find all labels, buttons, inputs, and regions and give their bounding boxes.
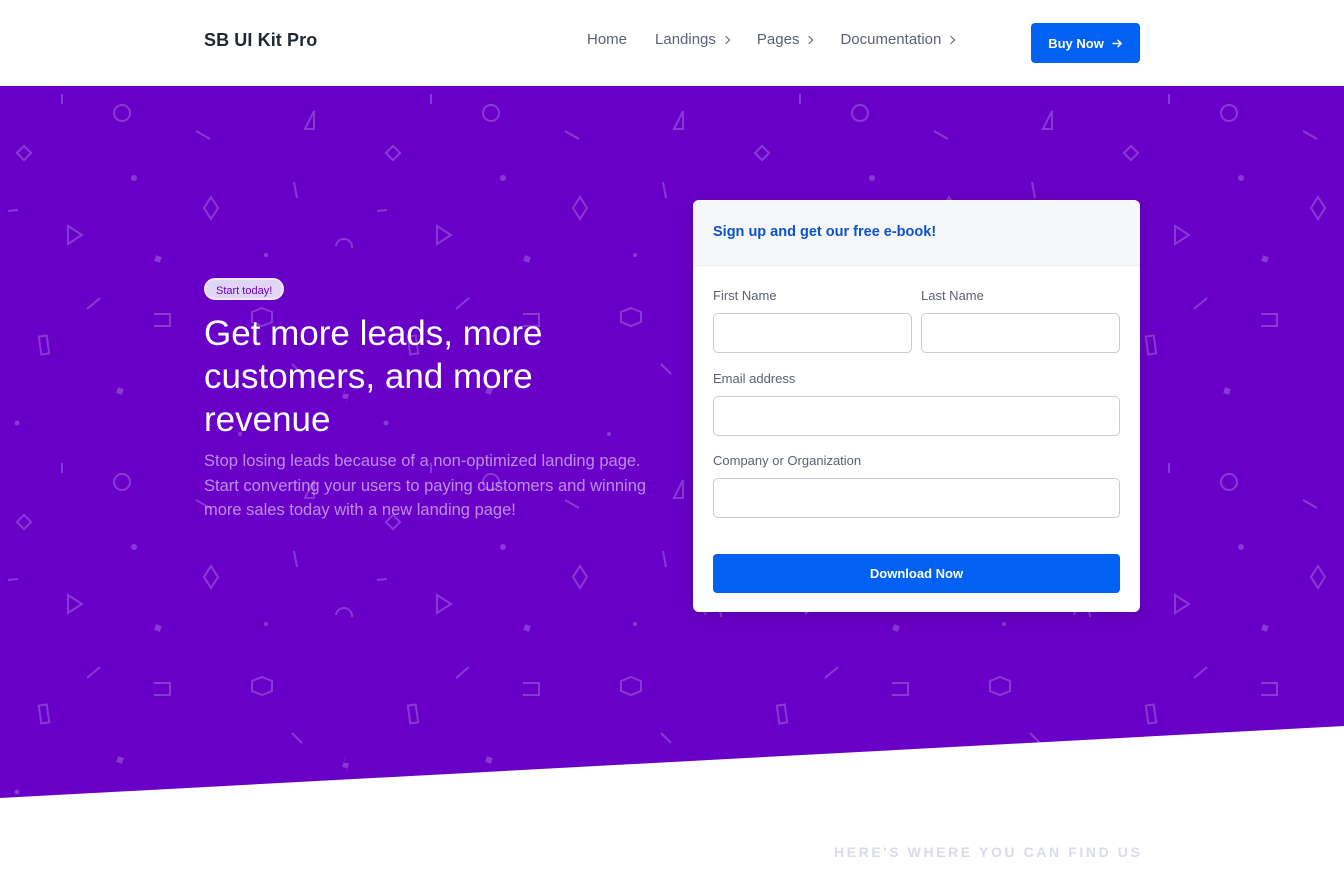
download-now-label: Download Now [869, 566, 964, 581]
email-field[interactable] [713, 396, 1120, 436]
first-name-field[interactable] [713, 313, 912, 353]
chevron-right-icon [805, 35, 814, 45]
start-today-badge: Start today! [204, 278, 285, 300]
nav-item-label: Home [587, 31, 628, 48]
first-name-label: First Name [713, 288, 777, 303]
nav-item-home[interactable]: Home [587, 31, 627, 48]
hero-title: Get more leads, more customers, and more… [204, 314, 543, 439]
last-name-label: Last Name [921, 288, 984, 303]
arrow-right-icon [1111, 38, 1123, 49]
company-label: Company or Organization [713, 453, 862, 468]
chevron-right-icon [947, 35, 956, 45]
nav-menu: Home Landings Pages Documentation [587, 31, 982, 48]
brand-logo[interactable]: SB UI Kit Pro [204, 30, 317, 51]
email-label: Email address [713, 371, 796, 386]
buy-now-button[interactable]: Buy Now [1031, 23, 1140, 63]
hero-background [0, 86, 1344, 798]
navbar: SB UI Kit Pro Home Landings Pages Docume… [0, 0, 1344, 86]
nav-item-label: Landings [655, 31, 716, 48]
last-name-field[interactable] [921, 313, 1120, 353]
find-us-heading: HERE'S WHERE YOU CAN FIND US [834, 844, 1143, 860]
signup-card: Sign up and get our free e-book! First N… [693, 200, 1140, 612]
nav-item-landings[interactable]: Landings [655, 31, 731, 48]
hero-section: Start today! Get more leads, more custom… [0, 86, 1344, 801]
nav-item-pages[interactable]: Pages [756, 31, 814, 48]
hero-subtitle: Stop losing leads because of a non-optim… [204, 452, 647, 519]
download-now-button[interactable]: Download Now [713, 554, 1120, 593]
chevron-right-icon [721, 35, 731, 45]
signup-card-header: Sign up and get our free e-book! [693, 200, 1140, 266]
nav-item-label: Documentation [840, 31, 942, 48]
nav-item-label: Pages [756, 31, 800, 48]
nav-item-documentation[interactable]: Documentation [840, 31, 956, 48]
buy-now-label: Buy Now [1048, 35, 1104, 51]
company-field[interactable] [713, 478, 1120, 518]
